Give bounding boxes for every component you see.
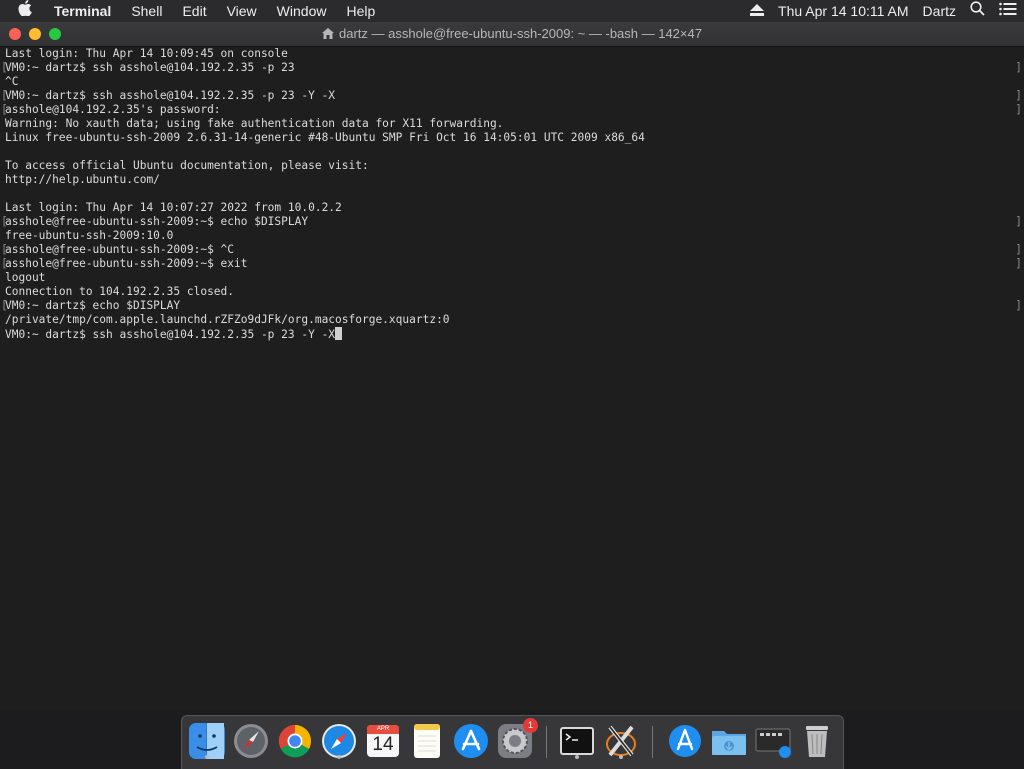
text-cursor [335,327,343,340]
safari-icon[interactable] [320,722,358,760]
home-folder-icon [322,23,335,47]
running-indicator [575,755,579,759]
menu-view[interactable]: View [217,0,267,22]
downloads-folder-icon[interactable] [710,722,748,760]
prompt-mark-icon: [ [1,215,8,228]
prompt-mark-icon: [ [1,299,8,312]
terminal-line: [asshole@free-ubuntu-ssh-2009:~$ exit] [1,257,1022,270]
applications-folder-icon[interactable] [666,722,704,760]
terminal-line: ^C [5,75,19,88]
prompt-mark-icon: ] [1015,61,1022,74]
trash-icon[interactable] [798,722,836,760]
prompt-mark-icon: [ [1,103,8,116]
calendar-month: APR [376,726,390,732]
terminal-line: Last login: Thu Apr 14 10:09:45 on conso… [5,47,288,60]
terminal-line: [asshole@104.192.2.35's password:] [1,103,1022,116]
prompt-mark-icon: ] [1015,257,1022,270]
terminal-view[interactable]: Last login: Thu Apr 14 10:09:45 on conso… [0,47,1024,711]
eject-icon[interactable] [743,0,771,22]
terminal-line: [VM0:~ dartz$ echo $DISPLAY] [1,299,1022,312]
xquartz-icon[interactable] [602,722,640,760]
menu-window[interactable]: Window [267,0,337,22]
terminal-line: logout [5,271,46,284]
dock-separator [652,726,653,758]
menu-clock[interactable]: Thu Apr 14 10:11 AM [771,0,916,22]
launchpad-icon[interactable] [232,722,270,760]
prompt-mark-icon: [ [1,61,8,74]
running-indicator [337,755,341,759]
prompt-mark-icon: [ [1,257,8,270]
terminal-line: Last login: Thu Apr 14 10:07:27 2022 fro… [5,201,342,214]
menu-help[interactable]: Help [336,0,385,22]
terminal-line: http://help.ubuntu.com/ [5,173,160,186]
prompt-mark-icon: [ [1,243,8,256]
notification-badge: 1 [523,718,538,733]
prompt-mark-icon: ] [1015,215,1022,228]
calendar-icon[interactable]: APR 14 [364,722,402,760]
running-indicator [205,755,209,759]
apple-menu-icon[interactable] [0,0,44,22]
terminal-app-icon[interactable] [558,722,596,760]
prompt-mark-icon: ] [1015,243,1022,256]
window-title-text: dartz — asshole@free-ubuntu-ssh-2009: ~ … [339,26,702,41]
menu-bar: Terminal Shell Edit View Window Help Thu… [0,0,1024,22]
terminal-line: To access official Ubuntu documentation,… [5,159,369,172]
calendar-day: 14 [372,734,394,755]
prompt-mark-icon: ] [1015,299,1022,312]
screenshot-app-icon[interactable] [754,722,792,760]
notification-center-icon[interactable] [992,0,1024,22]
menu-edit[interactable]: Edit [172,0,216,22]
dock-separator [546,726,547,758]
app-store-icon[interactable] [452,722,490,760]
terminal-line: [asshole@free-ubuntu-ssh-2009:~$ echo $D… [1,215,1022,228]
dock: APR 14 1 [181,715,844,769]
terminal-current-line[interactable]: VM0:~ dartz$ ssh asshole@104.192.2.35 -p… [5,327,1004,341]
terminal-line: [VM0:~ dartz$ ssh asshole@104.192.2.35 -… [1,61,1022,74]
terminal-line: [VM0:~ dartz$ ssh asshole@104.192.2.35 -… [1,89,1022,102]
chrome-icon[interactable] [276,722,314,760]
menu-user[interactable]: Dartz [916,0,963,22]
terminal-output: Last login: Thu Apr 14 10:09:45 on conso… [1,47,1022,341]
menu-shell[interactable]: Shell [121,0,172,22]
terminal-line: free-ubuntu-ssh-2009:10.0 [5,229,174,242]
window-title-bar[interactable]: dartz — asshole@free-ubuntu-ssh-2009: ~ … [0,22,1024,47]
finder-icon[interactable] [188,722,226,760]
running-indicator [619,755,623,759]
terminal-line: Warning: No xauth data; using fake authe… [5,117,504,130]
menu-app-name[interactable]: Terminal [44,0,121,22]
terminal-line: Linux free-ubuntu-ssh-2009 2.6.31-14-gen… [5,131,645,144]
terminal-line: /private/tmp/com.apple.launchd.rZFZo9dJF… [5,313,450,326]
prompt-mark-icon: [ [1,89,8,102]
terminal-line: [asshole@free-ubuntu-ssh-2009:~$ ^C] [1,243,1022,256]
prompt-mark-icon: ] [1015,103,1022,116]
spotlight-search-icon[interactable] [963,0,992,22]
notes-icon[interactable] [408,722,446,760]
system-preferences-icon[interactable]: 1 [496,718,538,760]
window-title: dartz — asshole@free-ubuntu-ssh-2009: ~ … [0,22,1024,46]
prompt-mark-icon: ] [1015,89,1022,102]
terminal-line: Connection to 104.192.2.35 closed. [5,285,235,298]
